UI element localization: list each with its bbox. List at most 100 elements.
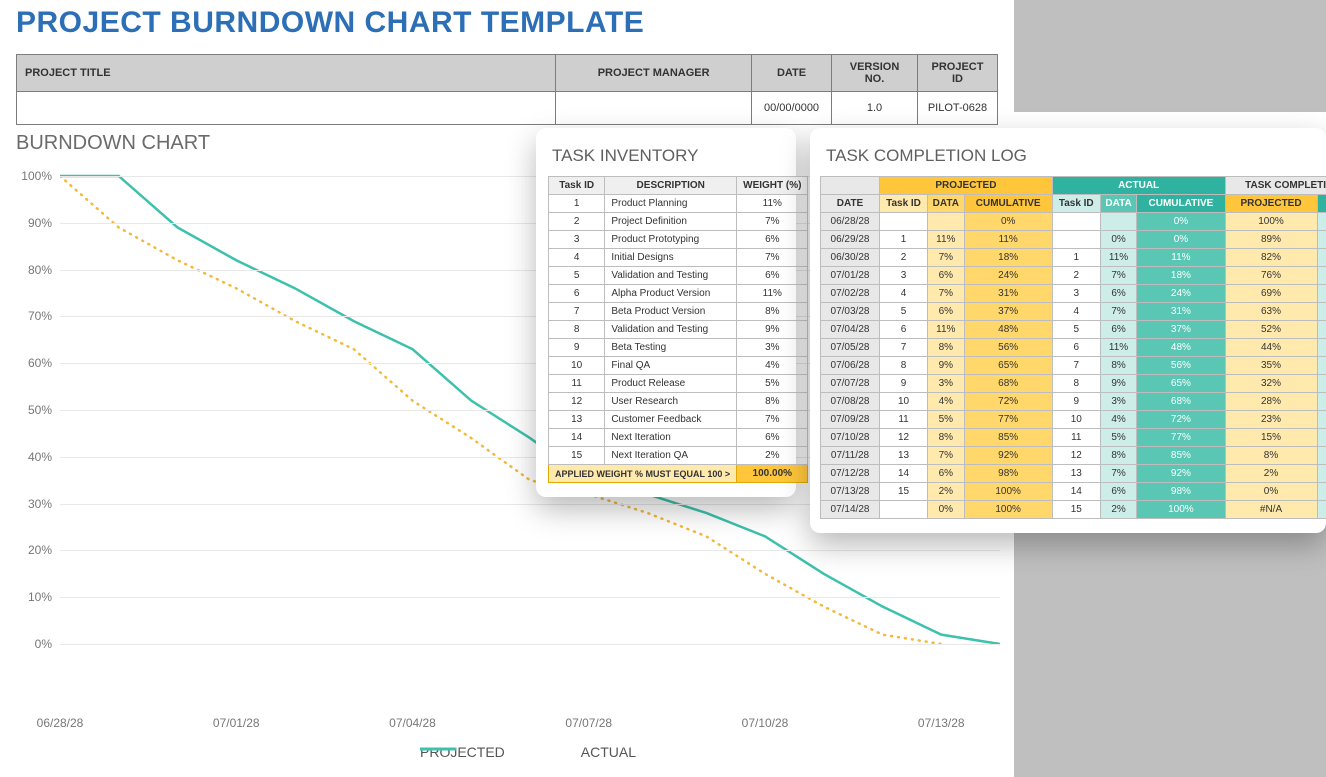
table-row: 11Product Release5% (549, 375, 808, 393)
log-tc-a: 52.0% (1317, 339, 1326, 357)
log-a-data: 5% (1100, 429, 1137, 447)
log-a-cum: 85% (1137, 447, 1225, 465)
task-desc: Product Prototyping (605, 231, 737, 249)
y-tick: 60% (16, 356, 52, 370)
task-id: 10 (549, 357, 605, 375)
task-completion-log-table: PROJECTEDACTUALTASK COMPLETION (%)DATETa… (820, 176, 1326, 519)
log-tc-a: 15.0% (1317, 447, 1326, 465)
task-weight: 4% (737, 357, 808, 375)
meta-cell[interactable]: 1.0 (832, 92, 918, 125)
log-tc-a: 100.0% (1317, 231, 1326, 249)
table-row: 07/04/28611%48%56%37%52%63.0% (821, 321, 1326, 339)
y-tick: 90% (16, 216, 52, 230)
log-a-id: 4 (1052, 303, 1100, 321)
log-a-id: 1 (1052, 249, 1100, 267)
table-row: 07/06/2889%65%78%56%35%44.0% (821, 357, 1326, 375)
log-a-data: 6% (1100, 321, 1137, 339)
meta-header: DATE (752, 55, 832, 92)
log-p-id: 2 (880, 249, 928, 267)
table-row: 06/28/280%0%100%100% (821, 213, 1326, 231)
y-tick: 30% (16, 497, 52, 511)
log-p-cum: 65% (964, 357, 1052, 375)
log-tc-a: 2.0% (1317, 483, 1326, 501)
log-date: 07/12/28 (821, 465, 880, 483)
meta-cell[interactable]: PILOT-0628 (918, 92, 998, 125)
task-desc: Initial Designs (605, 249, 737, 267)
task-id: 7 (549, 303, 605, 321)
table-row: 07/14/280%100%152%100%#N/A0.0% (821, 501, 1326, 519)
log-a-id: 7 (1052, 357, 1100, 375)
log-a-id: 15 (1052, 501, 1100, 519)
log-p-id: 3 (880, 267, 928, 285)
log-tc-p: 0% (1225, 483, 1317, 501)
table-row: 07/03/2856%37%47%31%63%69.0% (821, 303, 1326, 321)
log-tc-a: 32.0% (1317, 393, 1326, 411)
log-p-cum: 72% (964, 393, 1052, 411)
task-desc: Validation and Testing (605, 321, 737, 339)
log-a-cum: 92% (1137, 465, 1225, 483)
inv-header: Task ID (549, 177, 605, 195)
y-tick: 80% (16, 263, 52, 277)
log-a-data: 6% (1100, 483, 1137, 501)
inventory-total-value: 100.00% (737, 465, 808, 483)
log-p-data: 6% (928, 267, 965, 285)
log-date: 07/01/28 (821, 267, 880, 285)
log-date: 06/28/28 (821, 213, 880, 231)
log-date: 07/13/28 (821, 483, 880, 501)
log-p-data: 7% (928, 447, 965, 465)
log-tc-p: #N/A (1225, 501, 1317, 519)
log-p-data: 2% (928, 483, 965, 501)
log-a-id: 8 (1052, 375, 1100, 393)
table-row: 06/30/2827%18%111%11%82%89.0% (821, 249, 1326, 267)
log-p-cum: 31% (964, 285, 1052, 303)
log-tc-a: 44.0% (1317, 357, 1326, 375)
log-tc-p: 28% (1225, 393, 1317, 411)
log-a-data: 7% (1100, 267, 1137, 285)
table-row: 5Validation and Testing6% (549, 267, 808, 285)
log-tc-p: 89% (1225, 231, 1317, 249)
task-weight: 11% (737, 285, 808, 303)
task-completion-log-card: TASK COMPLETION LOG PROJECTEDACTUALTASK … (810, 128, 1326, 533)
log-a-cum: 18% (1137, 267, 1225, 285)
table-row: 4Initial Designs7% (549, 249, 808, 267)
log-a-id: 2 (1052, 267, 1100, 285)
meta-cell[interactable] (556, 92, 752, 125)
task-id: 3 (549, 231, 605, 249)
inv-header: WEIGHT (%) (737, 177, 808, 195)
meta-cell[interactable]: 00/00/0000 (752, 92, 832, 125)
log-p-id: 14 (880, 465, 928, 483)
log-p-data: 3% (928, 375, 965, 393)
table-row: 14Next Iteration6% (549, 429, 808, 447)
log-p-id (880, 213, 928, 231)
task-desc: Product Planning (605, 195, 737, 213)
log-a-cum: 98% (1137, 483, 1225, 501)
log-a-cum: 68% (1137, 393, 1225, 411)
table-row: 3Product Prototyping6% (549, 231, 808, 249)
meta-header: VERSION NO. (832, 55, 918, 92)
log-p-id: 12 (880, 429, 928, 447)
table-row: 07/12/28146%98%137%92%2%8.0% (821, 465, 1326, 483)
log-p-cum: 85% (964, 429, 1052, 447)
x-tick: 06/28/28 (37, 716, 84, 730)
log-p-data (928, 213, 965, 231)
log-tc-p: 15% (1225, 429, 1317, 447)
y-tick: 50% (16, 403, 52, 417)
task-weight: 7% (737, 213, 808, 231)
log-tc-a: 28.0% (1317, 411, 1326, 429)
log-p-cum: 18% (964, 249, 1052, 267)
inv-header: DESCRIPTION (605, 177, 737, 195)
table-row: 13Customer Feedback7% (549, 411, 808, 429)
log-sub-header: DATA (1100, 195, 1137, 213)
task-desc: Customer Feedback (605, 411, 737, 429)
log-date: 07/07/28 (821, 375, 880, 393)
meta-cell[interactable] (17, 92, 556, 125)
log-date: 07/06/28 (821, 357, 880, 375)
log-p-data: 0% (928, 501, 965, 519)
chart-legend: PROJECTED ACTUAL (376, 744, 636, 760)
log-tc-p: 82% (1225, 249, 1317, 267)
log-tc-a: 0.0% (1317, 501, 1326, 519)
table-row: 07/01/2836%24%27%18%76%82.0% (821, 267, 1326, 285)
inventory-total-label: APPLIED WEIGHT % MUST EQUAL 100 > (549, 465, 737, 483)
log-p-cum: 11% (964, 231, 1052, 249)
task-weight: 8% (737, 393, 808, 411)
